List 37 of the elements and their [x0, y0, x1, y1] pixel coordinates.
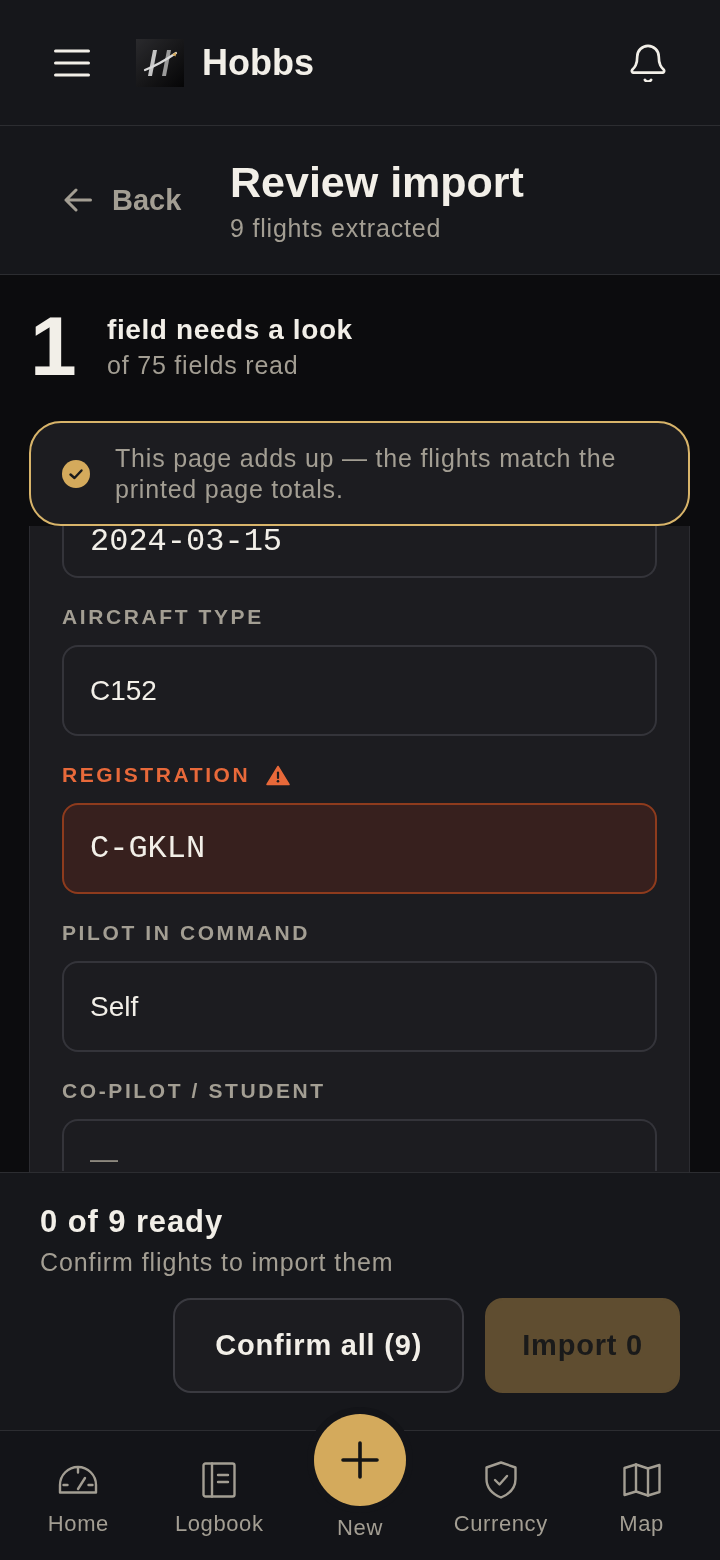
new-button[interactable]: New — [289, 1414, 431, 1541]
menu-icon — [54, 48, 90, 77]
nav-tab[interactable]: Logbook — [148, 1431, 290, 1537]
gauge-icon — [58, 1465, 99, 1495]
shield-check-icon — [484, 1461, 517, 1499]
nav-tab[interactable]: Map — [571, 1431, 712, 1537]
arrow-left-icon — [64, 188, 92, 212]
bell-icon — [630, 43, 666, 82]
nav-tab[interactable]: Home — [8, 1431, 149, 1537]
nav-tab[interactable]: Currency — [430, 1431, 572, 1537]
input-field[interactable]: C152 — [62, 645, 657, 736]
warning-icon — [266, 764, 291, 786]
logbook-icon — [202, 1462, 237, 1498]
ready-status: 0 of 9 ready — [40, 1204, 224, 1240]
back-button[interactable]: Back — [64, 182, 182, 218]
field-label: CO-PILOT / STUDENT — [62, 1079, 326, 1103]
map-icon — [622, 1463, 661, 1497]
banner-message: This page adds up — the flights match the printed page totals. — [115, 442, 618, 505]
input-field[interactable]: — — [62, 1119, 657, 1171]
app-title: Hobbs — [202, 40, 314, 85]
page-subtitle: 9 flights extracted — [230, 213, 442, 243]
field-label: PILOT IN COMMAND — [62, 921, 311, 945]
confirm-all-button[interactable]: Confirm all (9) — [173, 1298, 465, 1393]
notifications-button[interactable] — [630, 43, 666, 82]
summary-detail: of 75 fields read — [107, 349, 299, 380]
input-field[interactable]: 2024-03-15 — [62, 526, 657, 578]
summary-headline: field needs a look — [107, 312, 353, 347]
flag-count: 1 — [30, 308, 77, 384]
field-label: REGISTRATION — [62, 763, 251, 787]
menu-button[interactable] — [54, 48, 90, 77]
input-field[interactable]: Self — [62, 961, 657, 1052]
field-label: AIRCRAFT TYPE — [62, 605, 264, 629]
import-hint: Confirm flights to import them — [40, 1247, 394, 1277]
logo-icon — [136, 38, 184, 87]
check-circle-icon — [62, 459, 90, 488]
input-field[interactable]: C-GKLN — [62, 803, 657, 894]
page-title: Review import — [230, 157, 524, 207]
